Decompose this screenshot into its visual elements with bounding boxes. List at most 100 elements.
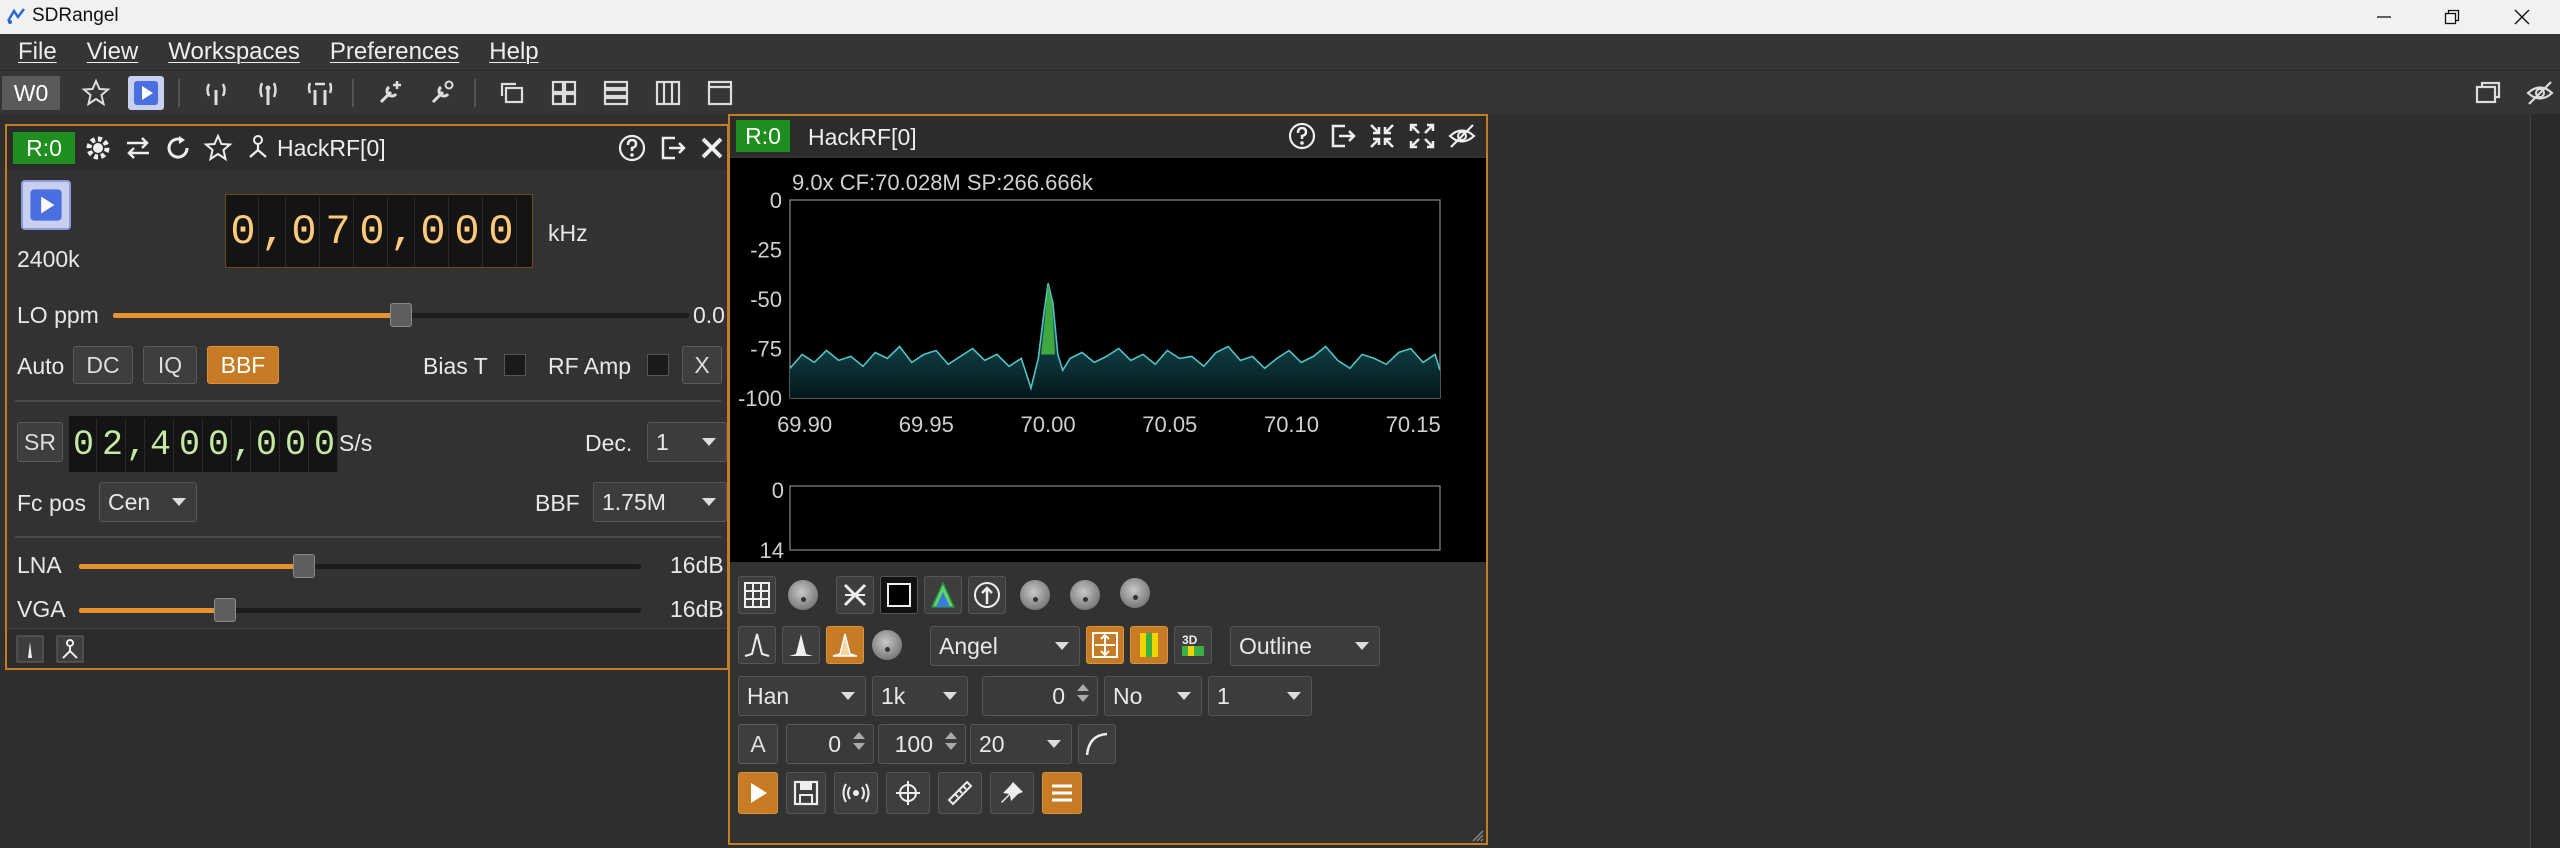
waterfall-shift-knob[interactable] — [1070, 580, 1100, 610]
frequency-dial[interactable]: 0,070,000 — [225, 194, 533, 268]
resize-grip-icon[interactable] — [1470, 828, 1484, 842]
averaging-select[interactable]: 1 — [1208, 676, 1312, 716]
save-button[interactable] — [786, 772, 826, 814]
transverter-button[interactable]: X — [682, 346, 722, 384]
dial-digit[interactable]: 0 — [289, 197, 320, 267]
dial-digit[interactable]: 7 — [323, 197, 354, 267]
dial-digit[interactable]: 0 — [254, 418, 280, 472]
dc-correction-button[interactable]: DC — [73, 346, 133, 384]
swap-device-button[interactable] — [121, 131, 155, 165]
play-pause-button[interactable] — [738, 772, 778, 814]
3d-spectrogram-button[interactable]: 3D — [1174, 626, 1212, 664]
add-feature-button[interactable] — [372, 76, 408, 110]
spectrum-gradient-button[interactable] — [826, 626, 864, 664]
calibration-button[interactable] — [938, 772, 982, 814]
undock-button[interactable] — [2470, 76, 2506, 110]
cascade-windows-button[interactable] — [494, 76, 530, 110]
spectrogram-style-select[interactable]: Outline — [1230, 626, 1380, 666]
minimize-button[interactable] — [2350, 0, 2418, 34]
menu-preferences[interactable]: Preferences — [330, 38, 459, 66]
palette-select[interactable]: Angel — [930, 626, 1080, 666]
measurement-button[interactable] — [834, 772, 878, 814]
fps-select[interactable]: 20 — [970, 724, 1072, 764]
fc-pos-select[interactable]: Cen — [99, 482, 197, 522]
dial-digit[interactable]: 0 — [228, 197, 259, 267]
spectrum-show-button[interactable] — [13, 632, 47, 666]
iq-correction-button[interactable]: IQ — [143, 346, 197, 384]
freq-scale-button[interactable] — [1086, 626, 1124, 664]
channel-add-button[interactable] — [241, 131, 275, 165]
dial-digit[interactable]: 0 — [486, 197, 517, 267]
averaging-mode-select[interactable]: No — [1104, 676, 1202, 716]
workspace-button[interactable]: W0 — [2, 76, 60, 110]
spin-arrows-icon[interactable] — [941, 728, 961, 760]
auto-scale-button[interactable]: A — [738, 724, 778, 764]
spectrum-server-button[interactable] — [968, 576, 1006, 614]
reload-device-button[interactable] — [161, 131, 195, 165]
move-to-workspace-button[interactable] — [1325, 119, 1359, 153]
dial-digit[interactable]: 0 — [283, 418, 309, 472]
stack-windows-button[interactable] — [598, 76, 634, 110]
dial-digit[interactable]: 0 — [177, 418, 203, 472]
preset-button[interactable] — [201, 131, 235, 165]
dial-digit[interactable]: , — [126, 418, 147, 472]
auto-stack-button[interactable] — [702, 76, 738, 110]
clear-spectrum-button[interactable] — [836, 576, 874, 614]
add-rx-device-button[interactable] — [198, 76, 234, 110]
add-mimo-device-button[interactable] — [302, 76, 338, 110]
start-stop-button[interactable] — [21, 180, 71, 230]
dial-digit[interactable]: 0 — [206, 418, 232, 472]
lna-gain-slider-handle[interactable] — [293, 554, 315, 578]
help-button[interactable] — [1285, 119, 1319, 153]
maximize-button[interactable] — [1405, 119, 1439, 153]
lo-ppm-slider-handle[interactable] — [390, 303, 412, 327]
fft-window-select[interactable]: Han — [738, 676, 866, 716]
invert-waterfall-button[interactable] — [880, 576, 918, 614]
decay-knob[interactable] — [1120, 578, 1150, 608]
dial-digit[interactable]: 4 — [148, 418, 174, 472]
menu-workspaces[interactable]: Workspaces — [168, 38, 300, 66]
tile-windows-button[interactable] — [546, 76, 582, 110]
move-to-workspace-button[interactable] — [655, 131, 689, 165]
phosphor-knob[interactable] — [872, 630, 902, 660]
spectrum-fill-button[interactable] — [782, 626, 820, 664]
rf-amp-checkbox[interactable] — [647, 354, 669, 376]
bbf-select[interactable]: 1.75M — [593, 482, 727, 522]
dial-digit[interactable]: 0 — [71, 418, 97, 472]
spin-arrows-icon[interactable] — [849, 728, 869, 760]
add-tx-device-button[interactable] — [250, 76, 286, 110]
dial-digit[interactable]: 0 — [452, 197, 483, 267]
start-all-button[interactable] — [128, 76, 164, 110]
ref-level-spinbox[interactable]: 0 — [786, 724, 874, 764]
markers-button[interactable] — [886, 772, 930, 814]
dial-digit[interactable]: , — [390, 197, 415, 267]
workspace-scrollbar[interactable] — [2530, 114, 2560, 848]
menu-file[interactable]: File — [18, 38, 57, 66]
sample-rate-dial[interactable]: 02,400,000 — [69, 416, 338, 472]
grid-toggle-button[interactable] — [738, 576, 776, 614]
fft-size-select[interactable]: 1k — [872, 676, 968, 716]
menu-help[interactable]: Help — [489, 38, 538, 66]
settings-button[interactable] — [81, 131, 115, 165]
more-settings-button[interactable] — [1042, 772, 1082, 814]
range-spinbox[interactable]: 100 — [878, 724, 966, 764]
menu-view[interactable]: View — [87, 38, 139, 66]
spectrum-line-button[interactable] — [738, 626, 776, 664]
decimation-select[interactable]: 1 — [647, 422, 727, 462]
annotations-button[interactable] — [990, 772, 1034, 814]
dial-digit[interactable]: , — [261, 197, 286, 267]
dial-digit[interactable]: , — [232, 418, 253, 472]
spin-arrows-icon[interactable] — [1073, 680, 1093, 712]
bias-t-checkbox[interactable] — [504, 354, 526, 376]
hide-button[interactable] — [1445, 119, 1479, 153]
dial-digit[interactable]: 0 — [312, 418, 338, 472]
sample-rate-mode-button[interactable]: SR — [17, 422, 63, 462]
dial-digit[interactable]: 0 — [418, 197, 449, 267]
close-window-button[interactable] — [2488, 0, 2556, 34]
grid-intensity-knob[interactable] — [788, 580, 818, 610]
shrink-button[interactable] — [1365, 119, 1399, 153]
hide-all-button[interactable] — [2522, 76, 2558, 110]
channel-tree-button[interactable] — [53, 632, 87, 666]
stack-columns-button[interactable] — [650, 76, 686, 110]
bbf-toggle-button[interactable]: BBF — [207, 346, 279, 384]
